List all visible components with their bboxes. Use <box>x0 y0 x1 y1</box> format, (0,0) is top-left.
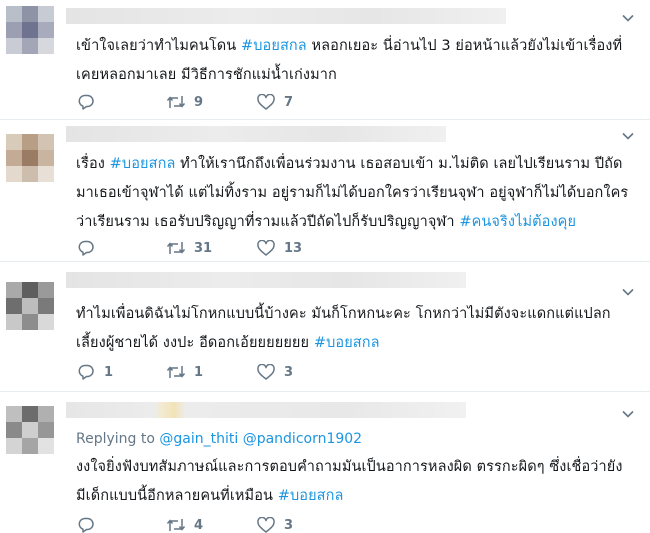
reply-icon <box>76 238 96 258</box>
tweet-text: ทำไมเพื่อนดิฉันไม่โกหกแบบนี้บ้างคะ มันก็… <box>76 300 632 358</box>
retweet-count: 4 <box>194 517 204 533</box>
avatar[interactable] <box>6 134 54 182</box>
like-button[interactable]: 3 <box>256 362 346 382</box>
like-count: 3 <box>284 364 294 380</box>
tweet-text-line: เรื่อง #บอยสกล ทำให้เรานึกถึงเพื่อนร่วมง… <box>76 150 632 179</box>
hashtag-link[interactable]: #บอยสกล <box>241 38 307 54</box>
avatar[interactable] <box>6 282 54 330</box>
chevron-down-icon[interactable] <box>622 286 634 298</box>
reply-button[interactable] <box>76 92 166 112</box>
hashtag-link[interactable]: #บอยสกล <box>278 488 344 504</box>
retweet-button[interactable]: 4 <box>166 515 256 533</box>
reply-icon <box>76 362 96 382</box>
retweet-count: 31 <box>194 240 213 256</box>
like-button[interactable]: 13 <box>256 238 346 258</box>
tweet-text-line: เลี้ยงผู้ชายได้ งงปะ อีดอกเอ้ยยยยยยย #บอ… <box>76 329 632 358</box>
text-segment: ทำให้เรานึกถึงเพื่อนร่วมงาน เธอสอบเข้า ม… <box>175 156 623 172</box>
reply-button[interactable]: 1 <box>76 362 166 382</box>
tweet[interactable]: เรื่อง #บอยสกล ทำให้เรานึกถึงเพื่อนร่วมง… <box>0 120 650 262</box>
text-segment: มีเด็กแบบนี้อีกหลายคนที่เหมือน <box>76 488 278 504</box>
tweet[interactable]: ทำไมเพื่อนดิฉันไม่โกหกแบบนี้บ้างคะ มันก็… <box>0 262 650 392</box>
tweet-text: เรื่อง #บอยสกล ทำให้เรานึกถึงเพื่อนร่วมง… <box>76 150 632 237</box>
tweet-actions: 9 7 <box>76 91 346 113</box>
hashtag-link[interactable]: #คนจริงไม่ต้องคุย <box>459 214 576 230</box>
text-segment: มาเธอเข้าจุฬาได้ แต่ไม่ทิ้งราม อยู่รามก็… <box>76 185 629 201</box>
tweet[interactable]: เข้าใจเลยว่าทำไมคนโดน #บอยสกล หลอกเยอะ น… <box>0 0 650 120</box>
tweet-text-line: เข้าใจเลยว่าทำไมคนโดน #บอยสกล หลอกเยอะ น… <box>76 32 632 61</box>
retweet-icon <box>166 515 186 533</box>
retweet-button[interactable]: 1 <box>166 362 256 382</box>
text-segment: หลอกเยอะ นี่อ่านไป 3 ย่อหน้าแล้วยังไม่เข… <box>306 38 623 54</box>
user-name-redacted <box>66 402 466 418</box>
tweet-actions: 31 13 <box>76 237 346 259</box>
reply-count: 1 <box>104 364 114 380</box>
chevron-down-icon[interactable] <box>622 12 634 24</box>
heart-icon <box>256 238 276 258</box>
reply-icon <box>76 92 96 112</box>
tweet-actions: 1 1 3 <box>76 361 346 383</box>
like-count: 13 <box>284 240 303 256</box>
user-name-redacted <box>66 272 466 288</box>
heart-icon <box>256 92 276 112</box>
retweet-count: 9 <box>194 94 204 110</box>
retweet-icon <box>166 362 186 382</box>
chevron-down-icon[interactable] <box>622 130 634 142</box>
retweet-count: 1 <box>194 364 204 380</box>
hashtag-link[interactable]: #บอยสกล <box>110 156 176 172</box>
tweet-text-line: มีเด็กแบบนี้อีกหลายคนที่เหมือน #บอยสกล <box>76 482 632 511</box>
chevron-down-icon[interactable] <box>622 408 634 420</box>
tweet-text-line: มาเธอเข้าจุฬาได้ แต่ไม่ทิ้งราม อยู่รามก็… <box>76 179 632 208</box>
reply-button[interactable] <box>76 515 166 533</box>
text-segment: ว่าเรียนราม เธอรับปริญญาที่รามแล้วปีถัดไ… <box>76 214 460 230</box>
retweet-icon <box>166 238 186 258</box>
reply-button[interactable] <box>76 238 166 258</box>
tweet-text-line: เคยหลอกมาเลย มีวิธีการชักแม่น้ำเก่งมาก <box>76 61 632 90</box>
tweet-text-line: ทำไมเพื่อนดิฉันไม่โกหกแบบนี้บ้างคะ มันก็… <box>76 300 632 329</box>
heart-icon <box>256 362 276 382</box>
avatar[interactable] <box>6 6 54 54</box>
hashtag-link[interactable]: #บอยสกล <box>314 335 380 351</box>
text-segment: งงใจยิ่งฟังบทสัมภาษณ์และการตอบคำถามมันเป… <box>76 459 623 475</box>
like-button[interactable]: 7 <box>256 92 346 112</box>
avatar[interactable] <box>6 406 54 454</box>
tweet-text: งงใจยิ่งฟังบทสัมภาษณ์และการตอบคำถามมันเป… <box>76 453 632 511</box>
tweet[interactable]: Replying to @gain_thiti @pandicorn1902 ง… <box>0 392 650 533</box>
reply-icon <box>76 515 96 533</box>
retweet-button[interactable]: 9 <box>166 92 256 112</box>
user-name-redacted <box>66 126 446 142</box>
text-segment: เข้าใจเลยว่าทำไมคนโดน <box>76 38 241 54</box>
replying-label: Replying to <box>76 431 155 447</box>
replying-to: Replying to @gain_thiti @pandicorn1902 <box>76 430 362 448</box>
like-count: 3 <box>284 517 294 533</box>
text-segment: เคยหลอกมาเลย มีวิธีการชักแม่น้ำเก่งมาก <box>76 67 337 83</box>
tweet-text-line: งงใจยิ่งฟังบทสัมภาษณ์และการตอบคำถามมันเป… <box>76 453 632 482</box>
like-button[interactable]: 3 <box>256 515 346 533</box>
user-name-redacted <box>66 8 506 24</box>
retweet-icon <box>166 92 186 112</box>
tweet-text-line: ว่าเรียนราม เธอรับปริญญาที่รามแล้วปีถัดไ… <box>76 208 632 237</box>
replying-mentions[interactable]: @gain_thiti @pandicorn1902 <box>159 431 362 447</box>
like-count: 7 <box>284 94 294 110</box>
tweet-actions: 4 3 <box>76 514 346 533</box>
text-segment: เรื่อง <box>76 156 110 172</box>
tweet-text: เข้าใจเลยว่าทำไมคนโดน #บอยสกล หลอกเยอะ น… <box>76 32 632 90</box>
text-segment: ทำไมเพื่อนดิฉันไม่โกหกแบบนี้บ้างคะ มันก็… <box>76 306 611 322</box>
text-segment: เลี้ยงผู้ชายได้ งงปะ อีดอกเอ้ยยยยยยย <box>76 335 314 351</box>
retweet-button[interactable]: 31 <box>166 238 256 258</box>
heart-icon <box>256 515 276 533</box>
